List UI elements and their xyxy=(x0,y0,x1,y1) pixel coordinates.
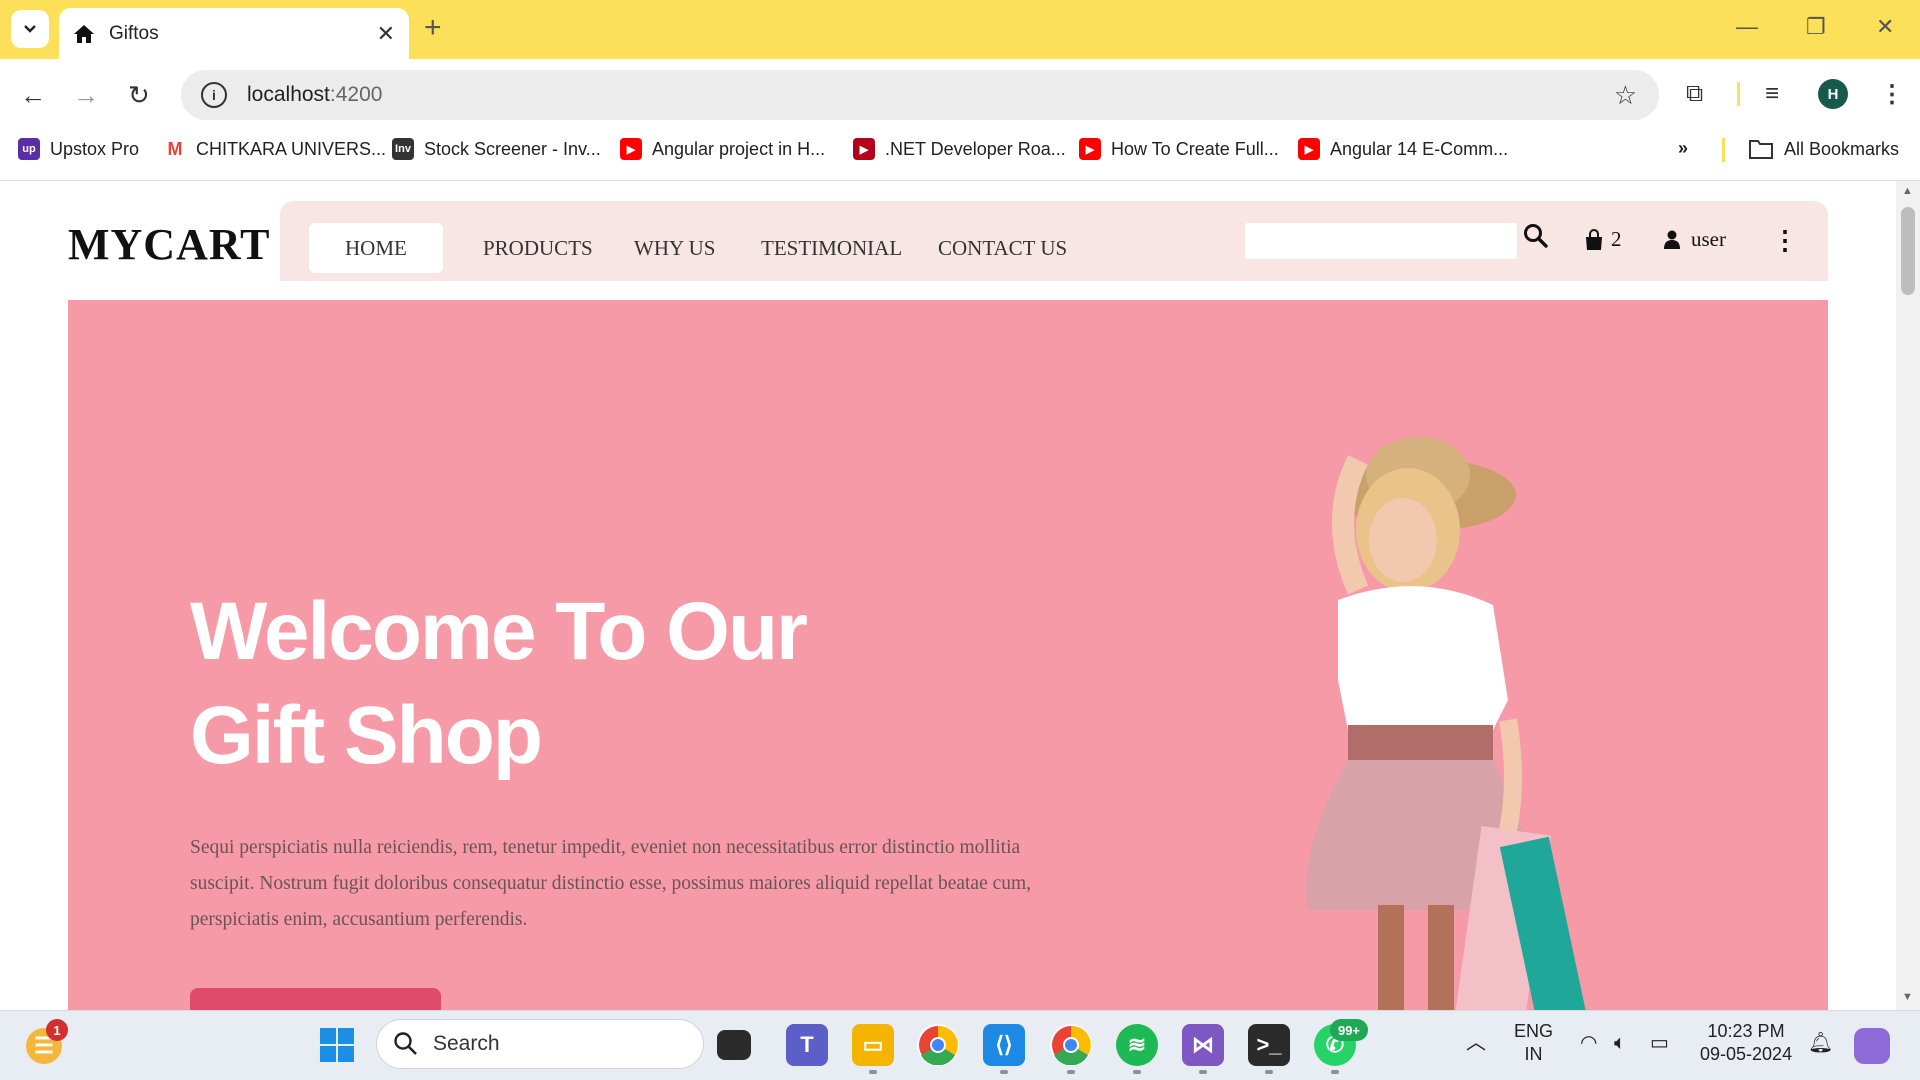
more-options-icon[interactable]: ⋮ xyxy=(1772,225,1798,256)
bookmark-item-stock-screener[interactable]: Inv Stock Screener - Inv... xyxy=(392,138,601,160)
bookmark-item-angular-14[interactable]: ▶ Angular 14 E-Comm... xyxy=(1298,138,1508,160)
notification-badge: 1 xyxy=(46,1019,68,1041)
hero-girl-image xyxy=(1306,437,1587,1010)
page-viewport: MYCART HOME PRODUCTS WHY US TESTIMONIAL … xyxy=(0,181,1920,1010)
file-explorer-icon[interactable]: ▭ xyxy=(852,1024,894,1066)
cart-button[interactable]: 2 xyxy=(1583,227,1622,252)
reload-icon[interactable]: ↻ xyxy=(128,80,150,111)
scrollbar-thumb[interactable] xyxy=(1901,207,1915,295)
url-text: localhost:4200 xyxy=(247,83,383,106)
browser-menu-icon[interactable]: ⋮ xyxy=(1880,80,1904,109)
forward-arrow-icon[interactable]: → xyxy=(73,80,99,111)
youtube-icon: ▶ xyxy=(853,138,875,160)
taskbar-search[interactable]: Search xyxy=(376,1019,704,1069)
windows-taskbar xyxy=(0,1010,1920,1080)
visual-studio-icon[interactable]: ⋈ xyxy=(1182,1024,1224,1066)
battery-icon[interactable]: ▭ xyxy=(1650,1032,1669,1055)
browser-tab-giftos[interactable]: Giftos ✕ xyxy=(59,8,409,59)
taskbar-running-indicator xyxy=(1067,1070,1075,1074)
cart-count: 2 xyxy=(1611,227,1622,251)
back-arrow-icon[interactable]: ← xyxy=(20,80,46,111)
windows-start-icon[interactable] xyxy=(316,1024,358,1066)
bookmark-item-upstox[interactable]: up Upstox Pro xyxy=(18,138,139,160)
youtube-icon: ▶ xyxy=(620,138,642,160)
more-bookmarks-icon[interactable]: » xyxy=(1678,138,1688,159)
hero-title: Welcome To Our Gift Shop xyxy=(190,586,808,781)
inv-icon: Inv xyxy=(392,138,414,160)
gmail-icon: M xyxy=(164,138,186,160)
user-icon xyxy=(1664,230,1680,249)
media-control-icon[interactable]: ≡ xyxy=(1765,80,1779,108)
minimize-button[interactable]: — xyxy=(1736,14,1758,40)
show-hidden-icons-chevron-icon[interactable]: ︿ xyxy=(1466,1032,1486,1055)
profile-avatar[interactable]: H xyxy=(1818,79,1848,109)
toolbar-divider xyxy=(1737,82,1740,106)
terminal-icon[interactable]: >_ xyxy=(1248,1024,1290,1066)
language-indicator[interactable]: ENG IN xyxy=(1514,1020,1553,1066)
bookmark-item-how-to-create[interactable]: ▶ How To Create Full... xyxy=(1079,138,1279,160)
copilot-icon[interactable] xyxy=(1854,1028,1890,1064)
folder-icon xyxy=(1749,140,1773,159)
scroll-down-icon[interactable]: ▼ xyxy=(1902,991,1913,1003)
nav-home[interactable]: HOME xyxy=(309,223,443,273)
taskbar-running-indicator xyxy=(1133,1070,1141,1074)
site-info-icon[interactable]: i xyxy=(201,82,227,108)
bookmarks-divider xyxy=(1722,138,1725,162)
home-icon xyxy=(74,24,94,43)
chevron-down-icon xyxy=(24,25,36,33)
hero-cta-button[interactable] xyxy=(190,988,441,1010)
user-label: user xyxy=(1691,227,1726,251)
chrome-icon[interactable] xyxy=(917,1024,959,1066)
tab-title: Giftos xyxy=(109,22,159,44)
nav-contact-us[interactable]: CONTACT US xyxy=(902,223,1103,273)
taskbar-running-indicator xyxy=(1199,1070,1207,1074)
user-menu-button[interactable]: user xyxy=(1663,227,1726,252)
taskbar-running-indicator xyxy=(1331,1070,1339,1074)
bookmark-item-angular-project[interactable]: ▶ Angular project in H... xyxy=(620,138,825,160)
whatsapp-badge: 99+ xyxy=(1330,1019,1368,1041)
tab-search-button[interactable] xyxy=(11,10,49,48)
youtube-icon: ▶ xyxy=(1298,138,1320,160)
shopping-bag-icon xyxy=(1586,228,1602,250)
close-icon[interactable]: ✕ xyxy=(377,21,395,47)
wifi-icon[interactable]: ◠ xyxy=(1580,1032,1597,1055)
bookmark-star-icon[interactable]: ☆ xyxy=(1614,80,1637,111)
youtube-icon: ▶ xyxy=(1079,138,1101,160)
address-bar[interactable]: i localhost:4200 ☆ xyxy=(181,70,1659,120)
scroll-up-icon[interactable]: ▲ xyxy=(1902,185,1913,197)
taskbar-running-indicator xyxy=(1265,1070,1273,1074)
page-scrollbar[interactable]: ▲ ▼ xyxy=(1896,181,1920,1010)
clock[interactable]: 10:23 PM 09-05-2024 xyxy=(1700,1020,1792,1066)
close-window-button[interactable]: ✕ xyxy=(1876,14,1894,40)
site-search-input[interactable] xyxy=(1245,223,1517,259)
spotify-icon[interactable]: ≋ xyxy=(1116,1024,1158,1066)
upstox-icon: up xyxy=(18,138,40,160)
hero-description: Sequi perspiciatis nulla reiciendis, rem… xyxy=(190,837,1032,930)
task-view-icon[interactable] xyxy=(717,1030,751,1060)
taskbar-running-indicator xyxy=(1000,1070,1008,1074)
hero-banner: Welcome To Our Gift Shop Sequi perspicia… xyxy=(68,300,1828,1010)
site-brand-logo[interactable]: MYCART xyxy=(68,219,270,270)
search-icon xyxy=(394,1032,417,1055)
bookmark-item-dotnet[interactable]: ▶ .NET Developer Roa... xyxy=(853,138,1066,160)
notifications-bell-icon[interactable]: 🔔︎ xyxy=(1808,1032,1833,1055)
taskbar-search-label: Search xyxy=(433,1032,500,1055)
taskbar-running-indicator xyxy=(869,1070,877,1074)
search-icon[interactable] xyxy=(1523,223,1549,256)
teams-icon[interactable]: T xyxy=(786,1024,828,1066)
all-bookmarks-button[interactable]: All Bookmarks xyxy=(1748,138,1899,160)
extensions-icon[interactable]: ⧉ xyxy=(1686,80,1703,108)
chrome-profile-icon[interactable] xyxy=(1050,1024,1092,1066)
bookmark-item-chitkara[interactable]: M CHITKARA UNIVERS... xyxy=(164,138,386,160)
new-tab-button[interactable]: + xyxy=(424,13,442,43)
restore-button[interactable]: ❐ xyxy=(1806,14,1826,40)
vscode-icon[interactable]: ⟨⟩ xyxy=(983,1024,1025,1066)
volume-icon[interactable]: 🔈︎ xyxy=(1614,1032,1626,1055)
site-navbar: HOME PRODUCTS WHY US TESTIMONIAL CONTACT… xyxy=(280,201,1828,281)
